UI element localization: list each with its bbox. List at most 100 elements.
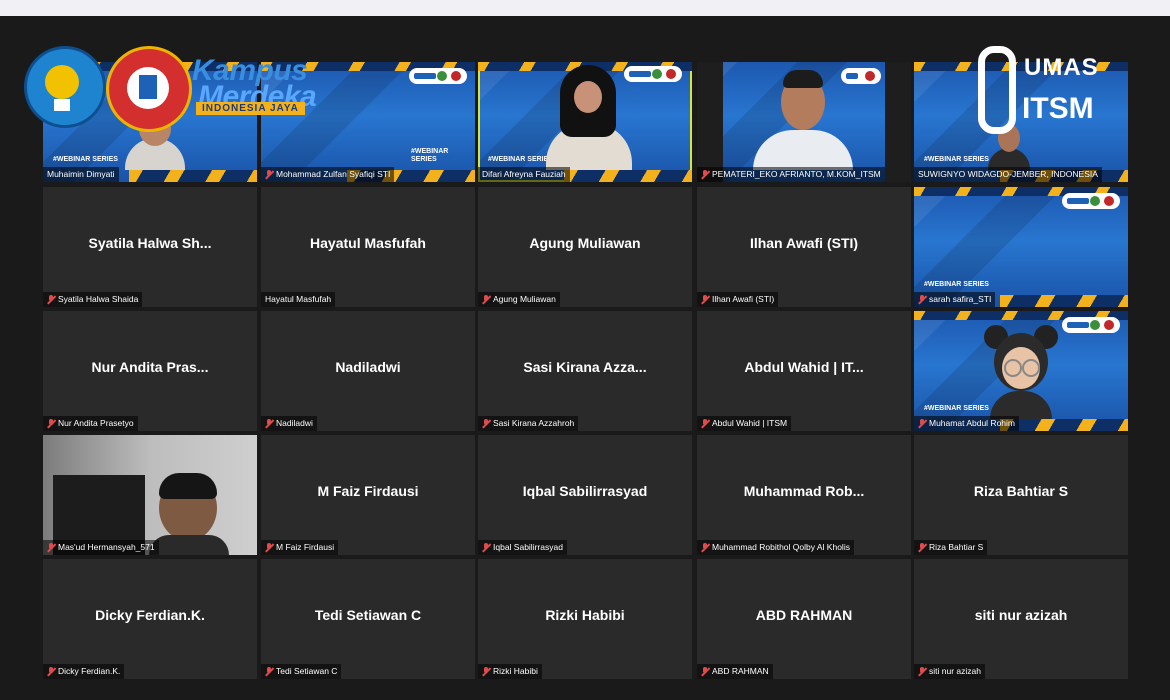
participant-name-label: Iqbal Sabilirrasyad [478,540,567,555]
participant-tile[interactable]: #WEBINAR SERIES sarah safira_STI [914,187,1128,307]
mic-muted-icon [701,419,709,428]
webinar-series-text: #WEBINAR SERIES [53,156,118,163]
mic-muted-icon [701,667,709,676]
participant-name-label: M Faiz Firdausi [261,540,339,555]
avatar [982,319,1060,419]
participant-name-label: siti nur azizah [914,664,985,679]
participant-tile[interactable]: Hayatul Masfufah Hayatul Masfufah [261,187,475,307]
participant-name-label: SUWIGNYO WIDAGDO-JEMBER, INDONESIA [914,167,1102,182]
participant-display-name: ABD RAHMAN [755,607,853,623]
participant-tile[interactable]: PEMATERI_EKO AFRIANTO, M.KOM_ITSM [697,62,911,182]
participant-video [747,66,859,170]
participant-name-label: sarah safira_STI [914,292,996,307]
mic-muted-icon [265,170,273,179]
participant-tile[interactable]: Muhammad Rob... Muhammad Robithol Qolby … [697,435,911,555]
participant-tile[interactable]: Sasi Kirana Azza... Sasi Kirana Azzahroh [478,311,692,431]
participant-display-name: Sasi Kirana Azza... [523,359,647,375]
webinar-series-text: #WEBINAR SERIES [411,148,449,163]
mic-muted-icon [701,543,709,552]
participant-name-label: Sasi Kirana Azzahroh [478,416,579,431]
participant-display-name: Muhammad Rob... [743,483,865,499]
participant-display-name: M Faiz Firdausi [317,483,419,499]
participant-tile[interactable]: Nur Andita Pras... Nur Andita Prasetyo [43,311,257,431]
participant-tile[interactable]: Tedi Setiawan C Tedi Setiawan C [261,559,475,679]
participant-name-label: Muhamat Abdul Rohim [914,416,1019,431]
participant-name-label: Ilhan Awafi (STI) [697,292,779,307]
participant-display-name: Hayatul Masfufah [310,235,426,251]
mic-muted-icon [47,295,55,304]
mic-muted-icon [47,419,55,428]
mic-muted-icon [482,295,490,304]
participant-name-label: Tedi Setiawan C [261,664,342,679]
partner-logos [1062,317,1120,333]
webinar-series-text: #WEBINAR SERIES [924,281,989,288]
participant-tile[interactable]: ABD RAHMAN ABD RAHMAN [697,559,911,679]
mic-muted-icon [47,667,55,676]
participant-tile[interactable]: Dicky Ferdian.K. Dicky Ferdian.K. [43,559,257,679]
participant-display-name: Riza Bahtiar S [973,483,1069,499]
participant-tile[interactable]: M Faiz Firdausi M Faiz Firdausi [261,435,475,555]
participant-name-label: Agung Muliawan [478,292,560,307]
mic-muted-icon [47,543,55,552]
participant-tile[interactable]: Rizki Habibi Rizki Habibi [478,559,692,679]
mic-muted-icon [918,295,926,304]
mic-muted-icon [918,419,926,428]
watermark-line2: ITSM [1022,92,1094,125]
partner-logos [409,68,467,84]
participant-tile[interactable]: #WEBINAR SERIES Muhamat Abdul Rohim [914,311,1128,431]
participant-name-label: Mas'ud Hermansyah_571 [43,540,159,555]
mic-muted-icon [701,295,709,304]
participant-name-label: Muhammad Robithol Qolby Al Kholis [697,540,854,555]
partner-logos [1062,193,1120,209]
participant-name-label: Riza Bahtiar S [914,540,988,555]
humas-itsm-watermark: UMAS ITSM [978,46,1128,136]
tut-wuri-handayani-logo [24,46,106,128]
participant-display-name: Abdul Wahid | IT... [744,359,864,375]
participant-tile[interactable]: Iqbal Sabilirrasyad Iqbal Sabilirrasyad [478,435,692,555]
participant-tile[interactable]: Riza Bahtiar S Riza Bahtiar S [914,435,1128,555]
mic-muted-icon [918,543,926,552]
participant-name-label: Nur Andita Prasetyo [43,416,138,431]
participant-tile[interactable]: Abdul Wahid | IT... Abdul Wahid | ITSM [697,311,911,431]
mic-muted-icon [265,543,273,552]
participant-name-label: Abdul Wahid | ITSM [697,416,792,431]
participant-display-name: siti nur azizah [974,607,1068,623]
participant-display-name: Dicky Ferdian.K. [95,607,205,623]
mic-muted-icon [265,419,273,428]
participant-display-name: Ilhan Awafi (STI) [749,235,859,251]
participant-tile[interactable]: siti nur azizah siti nur azizah [914,559,1128,679]
watermark-line1: UMAS [1024,54,1099,81]
participant-name-label: PEMATERI_EKO AFRIANTO, M.KOM_ITSM [697,167,885,182]
mic-muted-icon [482,543,490,552]
video-letterbox [697,62,723,182]
participant-display-name: Syatila Halwa Sh... [88,235,212,251]
participant-tile[interactable]: Nadiladwi Nadiladwi [261,311,475,431]
webinar-series-text: #WEBINAR SERIES [924,405,989,412]
participant-tile[interactable]: Agung Muliawan Agung Muliawan [478,187,692,307]
participant-name-label: Nadiladwi [261,416,317,431]
participant-video [544,65,634,170]
webinar-series-text: #WEBINAR SERIES [924,156,989,163]
participant-tile-active-speaker[interactable]: #WEBINAR SERIES Difari Afreyna Fauziah [478,62,692,182]
video-letterbox [885,62,911,182]
mic-muted-icon [265,667,273,676]
participant-name-label: Difari Afreyna Fauziah [478,167,570,182]
participant-display-name: Agung Muliawan [529,235,641,251]
participant-display-name: Tedi Setiawan C [314,607,422,623]
participant-name-label: Syatila Halwa Shaida [43,292,143,307]
participant-display-name: Nur Andita Pras... [91,359,209,375]
participant-name-label: Hayatul Masfufah [261,292,336,307]
mic-muted-icon [482,667,490,676]
participant-tile[interactable]: Ilhan Awafi (STI) Ilhan Awafi (STI) [697,187,911,307]
participant-video [149,473,229,555]
participant-tile[interactable]: Syatila Halwa Sh... Syatila Halwa Shaida [43,187,257,307]
banner-stripe [128,170,257,182]
participant-name-label: Rizki Habibi [478,664,542,679]
mic-muted-icon [701,170,709,179]
participant-display-name: Iqbal Sabilirrasyad [522,483,648,499]
banner-stripe [563,170,692,182]
participant-tile[interactable]: Mas'ud Hermansyah_571 [43,435,257,555]
campaign-tagline: INDONESIA JAYA [196,102,305,115]
participant-name-label: Muhaimin Dimyati [43,167,119,182]
participant-name-label: Mohammad Zulfan Syafiqi STI [261,167,395,182]
